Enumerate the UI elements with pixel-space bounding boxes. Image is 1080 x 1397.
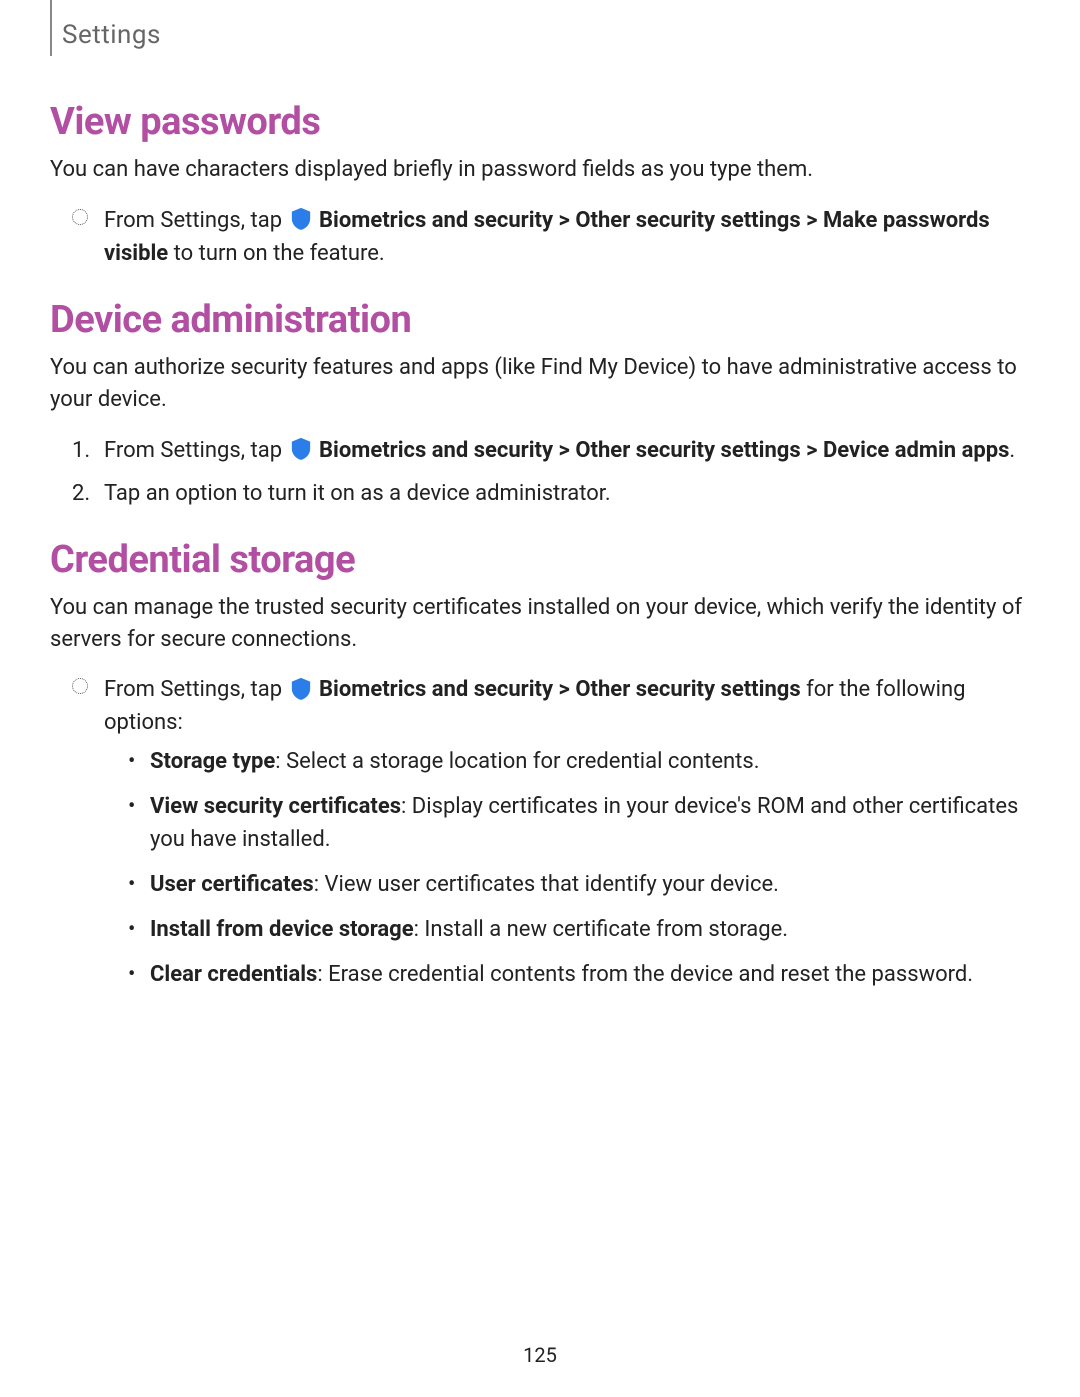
list-item: Clear credentials: Erase credential cont…: [150, 958, 1040, 991]
list-number: 2.: [72, 477, 90, 510]
step-text: From Settings, tap: [104, 677, 288, 702]
shield-icon: [290, 677, 312, 701]
path-segment: Biometrics and security: [319, 677, 553, 702]
chevron-icon: >: [559, 677, 570, 702]
step-item: 2. Tap an option to turn it on as a devi…: [104, 477, 1040, 510]
option-text: : Install a new certificate from storage…: [414, 917, 788, 942]
path-segment: Biometrics and security: [319, 438, 553, 463]
option-label: Install from device storage: [150, 917, 414, 942]
chevron-icon: >: [806, 438, 817, 463]
credential-options-list: Storage type: Select a storage location …: [104, 745, 1040, 991]
list-item: User certificates: View user certificate…: [150, 868, 1040, 901]
dotted-circle-icon: [72, 678, 88, 694]
step-text: to turn on the feature.: [174, 241, 385, 266]
step-text: Tap an option to turn it on as a device …: [104, 481, 611, 506]
chevron-icon: >: [559, 438, 570, 463]
heading-credential-storage: Credential storage: [50, 538, 1040, 582]
step-text: From Settings, tap: [104, 438, 288, 463]
list-item: View security certificates: Display cert…: [150, 790, 1040, 856]
option-label: Storage type: [150, 749, 275, 774]
option-text: : Select a storage location for credenti…: [275, 749, 759, 774]
step-item: 1. From Settings, tap Biometrics and sec…: [104, 434, 1040, 467]
list-item: Install from device storage: Install a n…: [150, 913, 1040, 946]
heading-view-passwords: View passwords: [50, 100, 1040, 144]
dotted-circle-icon: [72, 209, 88, 225]
intro-credential-storage: You can manage the trusted security cert…: [50, 592, 1040, 656]
header-divider: [50, 0, 52, 56]
list-item: Storage type: Select a storage location …: [150, 745, 1040, 778]
intro-view-passwords: You can have characters displayed briefl…: [50, 154, 1040, 186]
chevron-icon: >: [559, 208, 570, 233]
step-item: From Settings, tap Biometrics and securi…: [104, 204, 1040, 270]
path-segment: Other security settings: [575, 677, 800, 702]
page-header-label: Settings: [50, 0, 1040, 50]
chevron-icon: >: [806, 208, 817, 233]
heading-device-admin: Device administration: [50, 298, 1040, 342]
step-text: From Settings, tap: [104, 208, 288, 233]
step-item: From Settings, tap Biometrics and securi…: [104, 673, 1040, 991]
steps-device-admin: 1. From Settings, tap Biometrics and sec…: [50, 434, 1040, 510]
path-segment: Biometrics and security: [319, 208, 553, 233]
list-number: 1.: [72, 434, 90, 467]
steps-view-passwords: From Settings, tap Biometrics and securi…: [50, 204, 1040, 270]
page-number: 125: [0, 1343, 1080, 1367]
steps-credential-storage: From Settings, tap Biometrics and securi…: [50, 673, 1040, 991]
option-label: User certificates: [150, 872, 314, 897]
option-label: Clear credentials: [150, 962, 317, 987]
option-text: : Erase credential contents from the dev…: [317, 962, 973, 987]
option-text: : View user certificates that identify y…: [314, 872, 779, 897]
shield-icon: [290, 437, 312, 461]
option-label: View security certificates: [150, 794, 401, 819]
step-text: .: [1009, 438, 1015, 463]
path-segment: Other security settings: [575, 208, 800, 233]
path-segment: Other security settings: [575, 438, 800, 463]
intro-device-admin: You can authorize security features and …: [50, 352, 1040, 416]
path-segment: Device admin apps: [823, 438, 1009, 463]
shield-icon: [290, 207, 312, 231]
